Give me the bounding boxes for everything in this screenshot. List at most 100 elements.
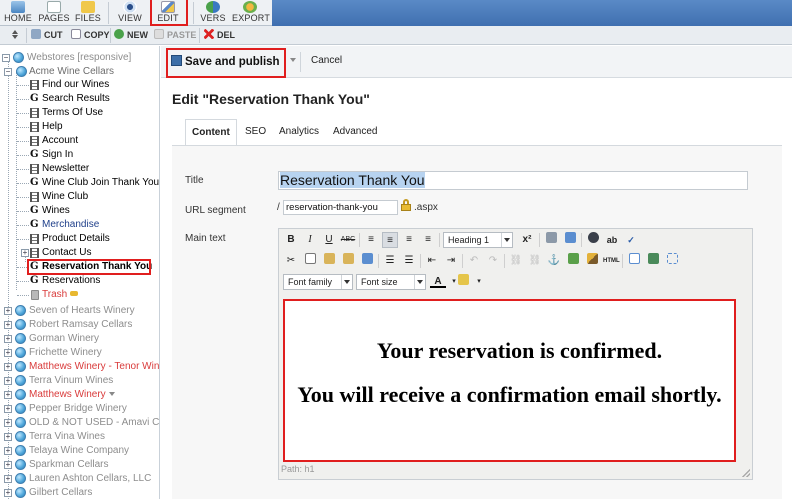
- expand-icon[interactable]: +: [4, 335, 12, 343]
- chevron-down-icon[interactable]: ▾: [471, 274, 487, 290]
- collapse-icon[interactable]: −: [4, 68, 12, 76]
- pages-icon: [47, 1, 61, 13]
- tab-content[interactable]: Content: [185, 119, 237, 145]
- format-select[interactable]: Heading 1: [443, 232, 513, 248]
- save-highlight: [166, 48, 286, 78]
- bold-icon[interactable]: B: [283, 232, 299, 248]
- text-color-icon[interactable]: A: [430, 274, 446, 288]
- heart-icon: [108, 392, 115, 396]
- strikethrough-icon[interactable]: ABC: [340, 232, 356, 248]
- cut-button[interactable]: CUT: [31, 28, 63, 43]
- italic-icon[interactable]: I: [302, 232, 318, 248]
- page-title: Edit "Reservation Thank You": [172, 91, 370, 107]
- media-icon[interactable]: [645, 253, 661, 269]
- editor-content[interactable]: Your reservation is confirmed. You will …: [283, 299, 736, 462]
- expand-icon[interactable]: +: [4, 489, 12, 497]
- move-up-down-button[interactable]: [8, 28, 22, 43]
- paste-icon: [154, 29, 164, 39]
- save-options-dropdown[interactable]: [290, 58, 296, 62]
- copy-button[interactable]: COPY: [71, 28, 110, 43]
- expand-icon[interactable]: +: [4, 307, 12, 315]
- url-segment-suffix: .aspx: [414, 202, 438, 213]
- url-segment-input[interactable]: reservation-thank-you: [283, 200, 398, 215]
- globe-icon: [15, 403, 26, 414]
- title-input[interactable]: Reservation Thank You: [278, 171, 748, 190]
- expand-icon[interactable]: +: [4, 475, 12, 483]
- cleanup-icon[interactable]: [584, 253, 600, 269]
- export-button[interactable]: EXPORT: [232, 0, 270, 25]
- view-button[interactable]: VIEW: [114, 0, 146, 25]
- indent-icon[interactable]: ⇥: [443, 253, 459, 269]
- tab-advanced[interactable]: Advanced: [327, 119, 383, 145]
- paste-button[interactable]: PASTE: [154, 28, 196, 43]
- cut-icon[interactable]: ✂: [283, 253, 299, 269]
- expand-icon[interactable]: +: [4, 377, 12, 385]
- resize-handle[interactable]: [742, 469, 750, 477]
- spellcheck-icon[interactable]: ✓: [623, 232, 639, 248]
- print-icon[interactable]: [543, 232, 559, 248]
- paste-text-icon[interactable]: [340, 253, 356, 269]
- unlink-icon[interactable]: ⛓: [527, 253, 543, 269]
- globe-icon: [15, 445, 26, 456]
- numbered-list-icon[interactable]: ☰: [401, 253, 417, 269]
- font-family-select[interactable]: Font family: [283, 274, 353, 290]
- link-icon[interactable]: ⛓: [508, 253, 524, 269]
- expand-icon[interactable]: +: [4, 321, 12, 329]
- expand-icon[interactable]: +: [4, 363, 12, 371]
- versions-button[interactable]: VERS: [199, 0, 227, 25]
- find-icon[interactable]: [585, 232, 601, 248]
- page-icon: [30, 248, 39, 258]
- expand-icon[interactable]: +: [4, 405, 12, 413]
- page-icon: [30, 136, 39, 146]
- cancel-button[interactable]: Cancel: [311, 55, 342, 66]
- html-icon[interactable]: HTML: [603, 253, 620, 269]
- copy-icon[interactable]: [302, 253, 318, 269]
- expand-icon[interactable]: +: [4, 391, 12, 399]
- font-size-select[interactable]: Font size: [356, 274, 426, 290]
- home-button[interactable]: HOME: [4, 0, 32, 25]
- align-justify-icon[interactable]: ≡: [420, 232, 436, 248]
- clear-format-icon[interactable]: x²: [519, 232, 535, 248]
- redo-icon[interactable]: ↷: [485, 253, 501, 269]
- align-right-icon[interactable]: ≡: [401, 232, 417, 248]
- pages-button[interactable]: PAGES: [38, 0, 70, 25]
- outdent-icon[interactable]: ⇤: [424, 253, 440, 269]
- align-center-icon[interactable]: ≡: [382, 232, 398, 248]
- collapse-icon[interactable]: −: [2, 54, 10, 62]
- image-icon[interactable]: [565, 253, 581, 269]
- expand-icon[interactable]: +: [21, 249, 29, 257]
- paste-icon[interactable]: [321, 253, 337, 269]
- expand-icon[interactable]: +: [4, 447, 12, 455]
- toolbar-fill: [272, 0, 792, 26]
- visual-aid-icon[interactable]: [664, 253, 680, 269]
- expand-icon[interactable]: +: [4, 419, 12, 427]
- undo-icon[interactable]: ↶: [466, 253, 482, 269]
- tab-analytics[interactable]: Analytics: [273, 119, 325, 145]
- delete-button[interactable]: DEL: [204, 28, 235, 43]
- expand-icon[interactable]: +: [4, 433, 12, 441]
- google-icon: G: [30, 93, 39, 104]
- google-icon: G: [30, 149, 39, 160]
- expand-icon[interactable]: +: [4, 349, 12, 357]
- toolbar-divider: [300, 52, 301, 72]
- underline-icon[interactable]: U: [321, 232, 337, 248]
- new-button[interactable]: NEW: [114, 28, 148, 43]
- key-icon: [70, 291, 79, 296]
- anchor-icon[interactable]: ⚓: [546, 253, 562, 269]
- tab-seo[interactable]: SEO: [239, 119, 272, 145]
- arrow-down-icon: [12, 35, 18, 39]
- page-icon: [30, 80, 39, 90]
- site-tree: − Webstores [responsive] − Acme Wine Cel…: [0, 46, 160, 499]
- replace-icon[interactable]: ab: [604, 232, 620, 248]
- lock-icon[interactable]: [401, 199, 411, 211]
- files-button[interactable]: FILES: [73, 0, 103, 25]
- toolbar-divider: [193, 2, 194, 24]
- paste-word-icon[interactable]: [359, 253, 375, 269]
- editor-path: Path: h1: [281, 464, 315, 474]
- bullet-list-icon[interactable]: ☰: [382, 253, 398, 269]
- expand-icon[interactable]: +: [4, 461, 12, 469]
- fullscreen-icon[interactable]: [562, 232, 578, 248]
- highlight-color-icon[interactable]: [455, 274, 471, 290]
- edit-html-icon[interactable]: [626, 253, 642, 269]
- align-left-icon[interactable]: ≡: [363, 232, 379, 248]
